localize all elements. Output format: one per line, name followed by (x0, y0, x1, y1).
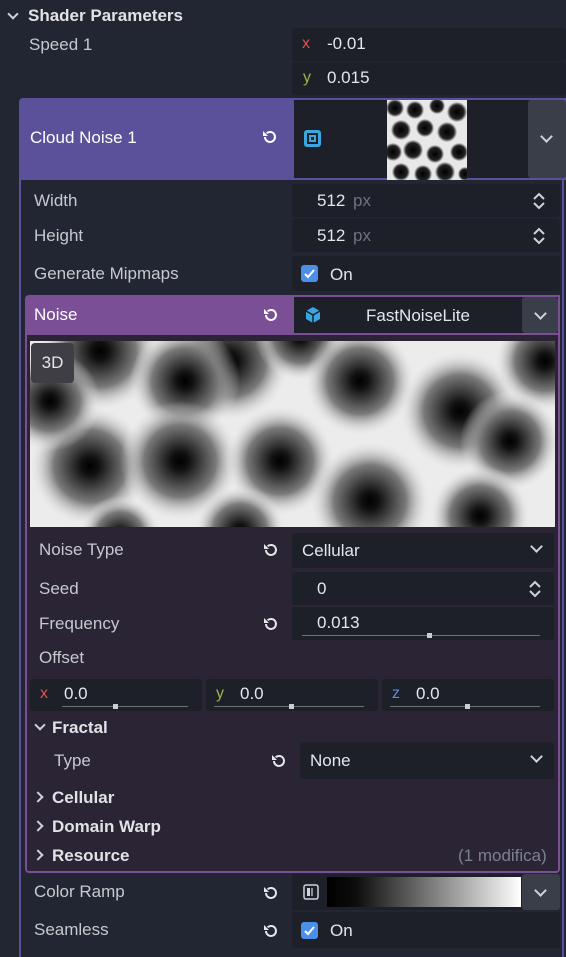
frequency-label: Frequency (39, 614, 120, 633)
seamless-checkbox[interactable]: On (292, 912, 560, 948)
offset-z-knob[interactable] (465, 704, 470, 709)
noise-label: Noise (34, 305, 78, 324)
height-value: 512 (317, 226, 346, 245)
mipmaps-state: On (330, 265, 353, 284)
noise-dropdown-button[interactable] (522, 297, 558, 333)
noise-texture-icon (304, 130, 321, 147)
noise-type-value: Cellular (302, 541, 360, 560)
width-unit: px (353, 191, 371, 210)
mipmaps-checkbox[interactable]: On (292, 256, 560, 291)
axis-z-label: z (392, 685, 400, 702)
spin-arrows-icon[interactable] (528, 580, 542, 603)
frequency-slider-track[interactable] (302, 635, 540, 636)
speed-y-field[interactable]: y 0.015 (292, 62, 566, 95)
color-ramp-dropdown-button[interactable] (522, 874, 560, 910)
spin-arrows-icon[interactable] (532, 227, 546, 250)
cellular-expand-icon[interactable] (32, 791, 44, 803)
cellular-section-header[interactable]: Cellular (52, 788, 114, 808)
seamless-state: On (330, 921, 353, 940)
offset-y-value: 0.0 (240, 684, 264, 703)
axis-y-label: y (303, 69, 311, 86)
resource-section-header[interactable]: Resource (52, 846, 129, 866)
cloud-noise-label: Cloud Noise 1 (30, 128, 137, 147)
cloud-noise-dropdown-button[interactable] (528, 100, 566, 178)
axis-y-label: y (216, 685, 224, 702)
resource-cube-icon (304, 306, 322, 329)
dimension-badge[interactable]: 3D (31, 343, 74, 383)
height-spinbox[interactable]: 512 px (292, 219, 560, 252)
color-ramp-preview (327, 877, 521, 907)
gradient-icon (303, 884, 319, 905)
fractal-type-label: Type (54, 751, 91, 770)
revert-icon[interactable] (262, 306, 280, 329)
revert-icon[interactable] (262, 615, 280, 638)
offset-x-value: 0.0 (64, 684, 88, 703)
revert-icon[interactable] (262, 922, 280, 945)
offset-x-track[interactable] (62, 706, 188, 707)
width-label: Width (34, 191, 78, 210)
section-title[interactable]: Shader Parameters (28, 6, 183, 26)
fractal-type-value: None (310, 751, 351, 770)
noise-resource-picker[interactable]: FastNoiseLite (292, 295, 560, 335)
revert-icon[interactable] (262, 884, 280, 907)
fractal-type-select[interactable]: None (300, 742, 554, 779)
frequency-slider[interactable]: 0.013 (292, 607, 554, 640)
speed-y-value: 0.015 (327, 68, 370, 87)
noise-preview (30, 341, 555, 527)
domain-warp-section-header[interactable]: Domain Warp (52, 817, 161, 837)
resource-modified-note: (1 modifica) (458, 846, 547, 865)
seed-spinbox[interactable]: 0 (292, 572, 554, 605)
offset-y-field[interactable]: y 0.0 (206, 679, 378, 711)
mipmaps-label: Generate Mipmaps (34, 264, 179, 283)
height-label: Height (34, 226, 84, 245)
fractal-expand-icon[interactable] (34, 719, 46, 731)
chevron-down-icon (530, 750, 543, 763)
height-unit: px (353, 226, 371, 245)
seed-label: Seed (39, 579, 79, 598)
noise-resource-name: FastNoiseLite (366, 306, 470, 325)
frequency-value: 0.013 (317, 613, 360, 632)
color-ramp-label: Color Ramp (34, 882, 125, 901)
offset-z-value: 0.0 (416, 684, 440, 703)
offset-x-field[interactable]: x 0.0 (30, 679, 202, 711)
width-spinbox[interactable]: 512 px (292, 184, 560, 217)
cloud-noise-header[interactable]: Cloud Noise 1 (19, 98, 292, 180)
noise-type-label: Noise Type (39, 540, 124, 559)
domain-warp-expand-icon[interactable] (32, 820, 44, 832)
width-value: 512 (317, 191, 346, 210)
revert-icon[interactable] (270, 752, 288, 775)
spin-arrows-icon[interactable] (532, 192, 546, 215)
offset-z-field[interactable]: z 0.0 (382, 679, 554, 711)
speed-label: Speed 1 (29, 35, 93, 54)
checkmark-icon (301, 265, 318, 282)
speed-x-field[interactable]: x -0.01 (292, 28, 566, 61)
frequency-slider-knob[interactable] (427, 633, 432, 638)
axis-x-label: x (40, 685, 48, 702)
fractal-section-header[interactable]: Fractal (52, 718, 108, 738)
color-ramp-picker[interactable] (292, 874, 560, 910)
seamless-label: Seamless (34, 920, 109, 939)
noise-type-select[interactable]: Cellular (292, 533, 554, 568)
section-collapse-icon[interactable] (7, 8, 19, 20)
seed-value: 0 (317, 579, 327, 598)
speed-x-value: -0.01 (327, 34, 366, 53)
checkmark-icon (301, 922, 318, 939)
chevron-down-icon (530, 540, 543, 553)
revert-icon[interactable] (262, 541, 280, 564)
offset-x-knob[interactable] (113, 704, 118, 709)
chevron-down-icon (540, 130, 553, 143)
offset-y-knob[interactable] (289, 704, 294, 709)
chevron-down-icon (534, 307, 547, 320)
noise-header[interactable]: Noise (25, 295, 292, 335)
chevron-down-icon (534, 884, 547, 897)
revert-icon[interactable] (261, 128, 279, 151)
noise-thumbnail (387, 100, 467, 180)
resource-expand-icon[interactable] (32, 849, 44, 861)
axis-x-label: x (302, 35, 310, 52)
offset-label: Offset (39, 648, 85, 667)
cloud-noise-resource[interactable] (292, 98, 566, 180)
